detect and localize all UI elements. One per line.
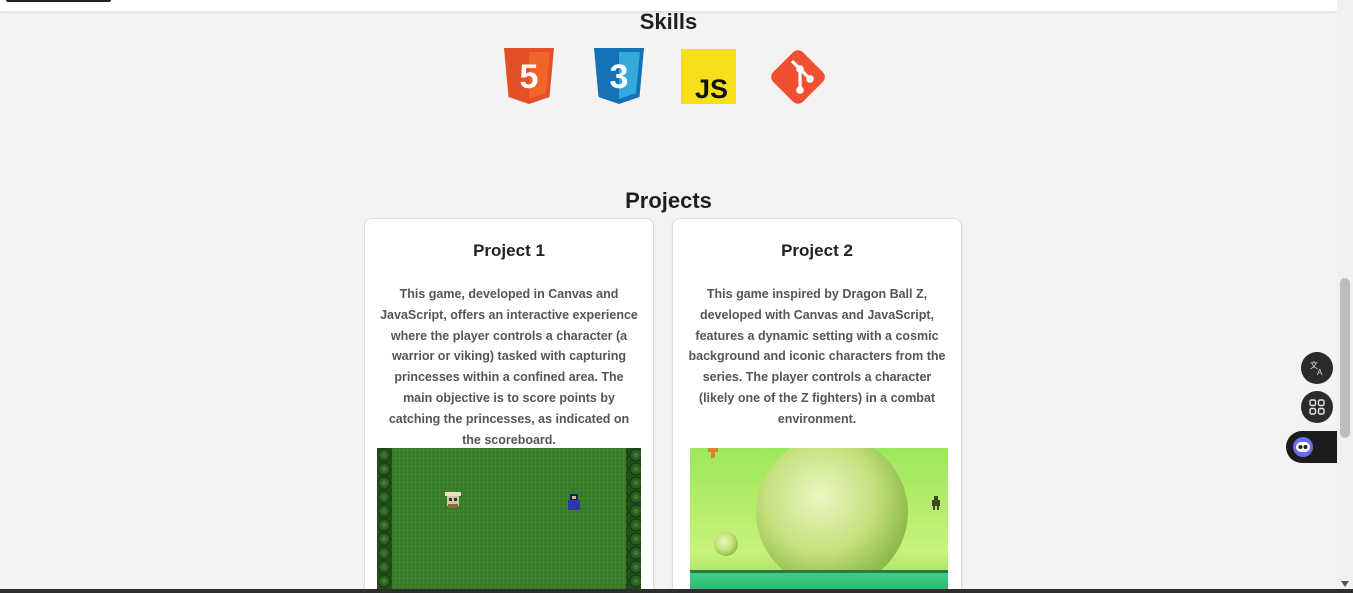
svg-text:JS: JS xyxy=(695,74,728,104)
project-screenshot-game-field[interactable] xyxy=(377,448,641,593)
project-title: Project 2 xyxy=(781,241,853,260)
project-card-2[interactable]: Project 2 This game inspired by Dragon B… xyxy=(672,218,962,593)
chatbot-button[interactable] xyxy=(1286,431,1337,463)
translate-icon: 文 A xyxy=(1310,360,1323,377)
translate-button[interactable]: 文 A xyxy=(1301,352,1333,384)
nav-indicator[interactable] xyxy=(6,0,111,2)
project-card-1[interactable]: Project 1 This game, developed in Canvas… xyxy=(364,218,654,593)
svg-text:A: A xyxy=(1317,368,1323,377)
apps-grid-icon xyxy=(1309,399,1325,415)
taskbar-edge xyxy=(0,589,1353,593)
scrollbar-thumb[interactable] xyxy=(1340,278,1350,438)
scroll-down-arrow-icon[interactable] xyxy=(1341,581,1349,587)
project-description: This game, developed in Canvas and JavaS… xyxy=(380,287,638,447)
project-description: This game inspired by Dragon Ball Z, dev… xyxy=(688,287,946,426)
html5-icon: 5 xyxy=(500,46,558,106)
chatbot-icon xyxy=(1293,437,1313,457)
git-icon xyxy=(768,47,826,107)
project-title: Project 1 xyxy=(473,241,545,260)
svg-text:3: 3 xyxy=(610,58,629,96)
projects-title: Projects xyxy=(625,188,712,213)
css3-icon: 3 xyxy=(590,46,648,106)
vertical-scrollbar[interactable] xyxy=(1337,0,1353,593)
apps-button[interactable] xyxy=(1301,391,1333,423)
svg-text:5: 5 xyxy=(520,58,539,96)
javascript-icon: JS xyxy=(681,49,739,109)
project-screenshot-cosmic-scene[interactable] xyxy=(690,448,948,593)
skills-list: 5 3 JS xyxy=(500,46,830,106)
skills-title: Skills xyxy=(639,9,698,34)
